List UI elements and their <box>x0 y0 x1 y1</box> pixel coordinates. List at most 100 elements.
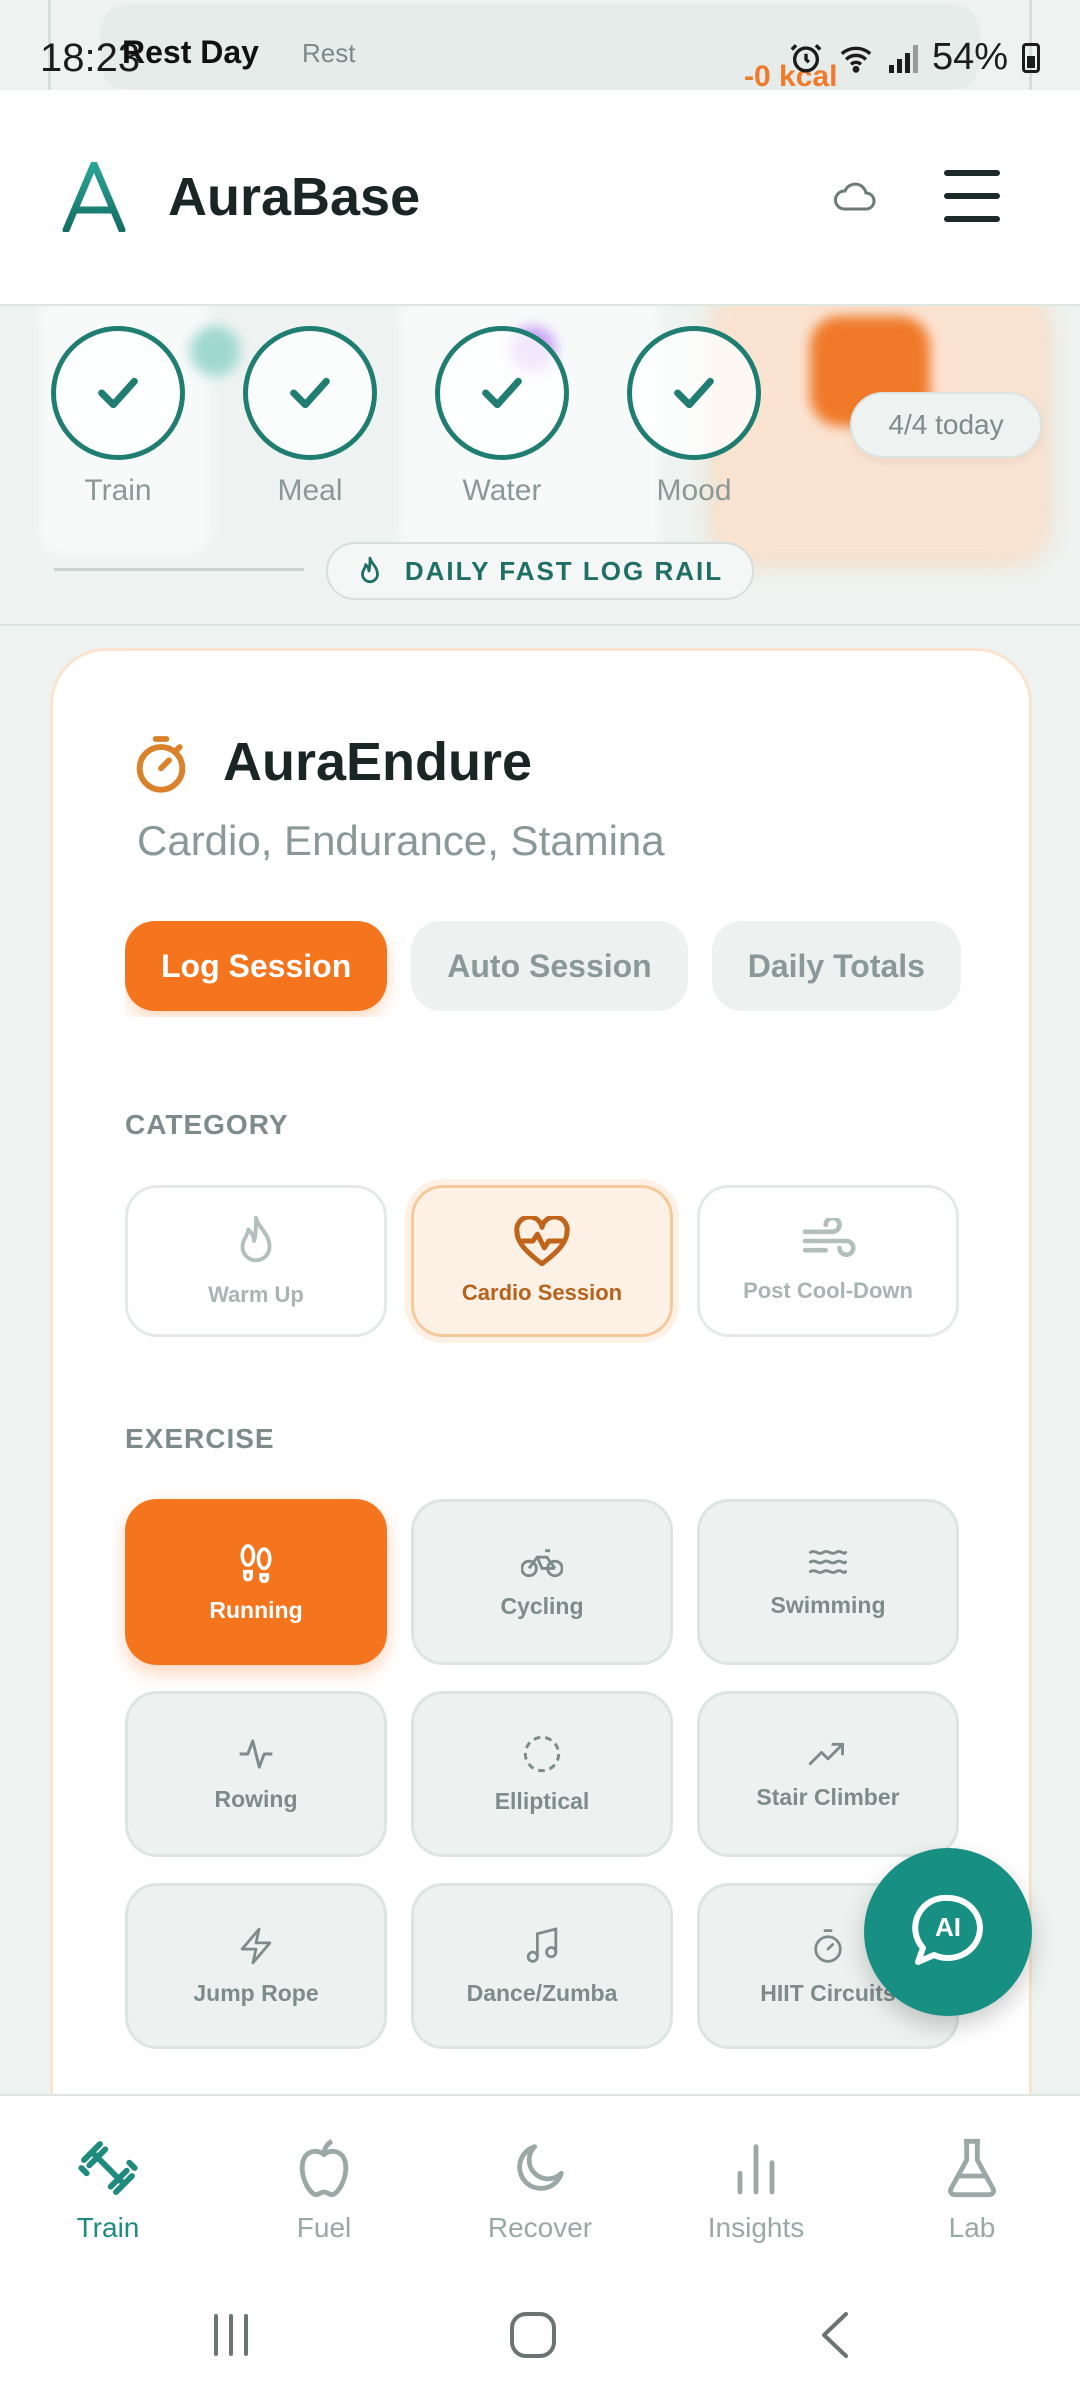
category-heading: CATEGORY <box>125 1109 289 1140</box>
exercise-label: Stair Climber <box>756 1783 900 1810</box>
bottom-navigation: Train Fuel Recover Insights Lab <box>0 2094 1080 2274</box>
alarm-icon <box>790 43 822 72</box>
activity-icon <box>239 1738 273 1769</box>
brand-name: AuraBase <box>168 167 421 227</box>
signal-icon <box>888 43 918 73</box>
category-cardio-session[interactable]: Cardio Session <box>411 1185 673 1337</box>
exercise-cycling[interactable]: Cycling <box>411 1499 673 1665</box>
today-count-badge: 4/4 today <box>850 392 1042 458</box>
nav-train[interactable]: Train <box>0 2096 216 2274</box>
flame-icon <box>240 1215 272 1263</box>
exercise-label: Elliptical <box>494 1787 590 1814</box>
dumbbell-icon <box>78 2141 138 2195</box>
rail-check-label: Water <box>462 474 542 507</box>
rail-check-train[interactable]: Train <box>50 326 186 508</box>
category-post-cool-down[interactable]: Post Cool-Down <box>697 1185 959 1337</box>
nav-fuel[interactable]: Fuel <box>216 2096 432 2274</box>
exercise-label: Dance/Zumba <box>466 1979 618 2006</box>
stopwatch-icon <box>136 736 186 793</box>
nav-label: Train <box>76 2212 140 2243</box>
nav-label: Lab <box>948 2212 996 2243</box>
exercise-swimming[interactable]: Swimming <box>697 1499 959 1665</box>
timer-icon <box>814 1928 842 1963</box>
flask-icon <box>948 2138 996 2198</box>
category-options: Warm Up Cardio Session Post Cool-Down <box>125 1185 959 1337</box>
card-subtitle: Cardio, Endurance, Stamina <box>137 817 665 864</box>
recent-apps-icon[interactable] <box>206 2310 256 2360</box>
overlay-subtitle: Rest <box>302 38 356 68</box>
exercise-label: Swimming <box>770 1591 886 1618</box>
moon-icon <box>517 2144 564 2191</box>
rail-check-water[interactable]: Water <box>434 326 570 508</box>
back-icon[interactable] <box>816 2310 856 2360</box>
nav-label: Fuel <box>296 2212 352 2243</box>
checkmark-icon <box>51 326 185 460</box>
zap-icon <box>240 1927 272 1964</box>
bar-chart-icon <box>737 2144 775 2195</box>
trending-up-icon <box>808 1742 844 1765</box>
bike-icon <box>521 1548 563 1577</box>
hamburger-menu-icon[interactable] <box>944 170 1000 222</box>
nav-label: Insights <box>707 2212 805 2243</box>
exercise-heading: EXERCISE <box>125 1423 275 1454</box>
system-navigation-bar <box>0 2274 1080 2400</box>
exercise-grid: Running Cycling Swimming Rowing Elliptic… <box>125 1499 959 2145</box>
exercise-stair-climber[interactable]: Stair Climber <box>697 1691 959 1857</box>
session-tabs: Log Session Auto Session Daily Totals <box>125 921 965 1017</box>
tab-daily-totals[interactable]: Daily Totals <box>711 921 961 1011</box>
app-header: AuraBase <box>0 90 1080 306</box>
rail-check-label: Meal <box>277 474 343 507</box>
exercise-label: Jump Rope <box>193 1979 319 2006</box>
exercise-label: Cycling <box>500 1592 584 1619</box>
battery-percent: 54% <box>931 36 1008 78</box>
rail-checks: Train Meal Water Mood <box>50 326 762 508</box>
status-icons: 54% <box>789 36 1040 79</box>
rail-check-mood[interactable]: Mood <box>626 326 762 508</box>
exercise-label: Rowing <box>214 1785 298 1812</box>
category-label: Cardio Session <box>461 1280 623 1305</box>
category-label: Warm Up <box>208 1282 304 1307</box>
home-icon[interactable] <box>508 2310 558 2360</box>
exercise-label: HIIT Circuits <box>760 1979 896 2006</box>
wind-icon <box>802 1218 856 1258</box>
overlay-title: Rest Day <box>122 34 259 70</box>
nav-lab[interactable]: Lab <box>864 2096 1080 2274</box>
checkmark-icon <box>435 326 569 460</box>
exercise-elliptical[interactable]: Elliptical <box>411 1691 673 1857</box>
rail-check-label: Mood <box>656 474 732 507</box>
tab-log-session[interactable]: Log Session <box>125 921 388 1011</box>
exercise-rowing[interactable]: Rowing <box>125 1691 387 1857</box>
tab-auto-session[interactable]: Auto Session <box>411 921 688 1011</box>
rail-label: DAILY FAST LOG RAIL <box>326 542 754 600</box>
category-label: Post Cool-Down <box>743 1278 913 1303</box>
battery-icon <box>1022 42 1040 73</box>
card-title: AuraEndure <box>223 732 533 792</box>
category-warm-up[interactable]: Warm Up <box>125 1185 387 1337</box>
flame-icon <box>360 556 379 584</box>
cloud-sync-icon[interactable] <box>832 182 876 212</box>
daily-fast-log-rail: Train Meal Water Mood 4/4 today DAILY FA… <box>0 306 1080 626</box>
ai-assistant-button[interactable]: AI <box>864 1848 1032 2016</box>
rail-check-label: Train <box>84 474 152 507</box>
dashed-circle-icon <box>523 1735 561 1772</box>
heart-pulse-icon <box>514 1216 570 1266</box>
music-icon <box>526 1926 558 1963</box>
rail-label-text: DAILY FAST LOG RAIL <box>404 555 724 586</box>
status-bar: 18:23 Rest Day Rest -0 kcal 54% <box>0 0 1080 93</box>
checkmark-icon <box>243 326 377 460</box>
nav-label: Recover <box>487 2212 593 2243</box>
nav-insights[interactable]: Insights <box>648 2096 864 2274</box>
rail-check-meal[interactable]: Meal <box>242 326 378 508</box>
exercise-label: Running <box>209 1596 303 1623</box>
rail-divider <box>54 568 304 571</box>
apple-icon <box>299 2139 349 2198</box>
nav-recover[interactable]: Recover <box>432 2096 648 2274</box>
exercise-jump-rope[interactable]: Jump Rope <box>125 1883 387 2049</box>
wifi-icon <box>840 46 872 73</box>
checkmark-icon <box>627 326 761 460</box>
exercise-running[interactable]: Running <box>125 1499 387 1665</box>
exercise-dance-zumba[interactable]: Dance/Zumba <box>411 1883 673 2049</box>
aurabase-logo-icon <box>62 162 126 232</box>
footprints-icon <box>240 1543 272 1583</box>
waves-icon <box>808 1549 848 1574</box>
